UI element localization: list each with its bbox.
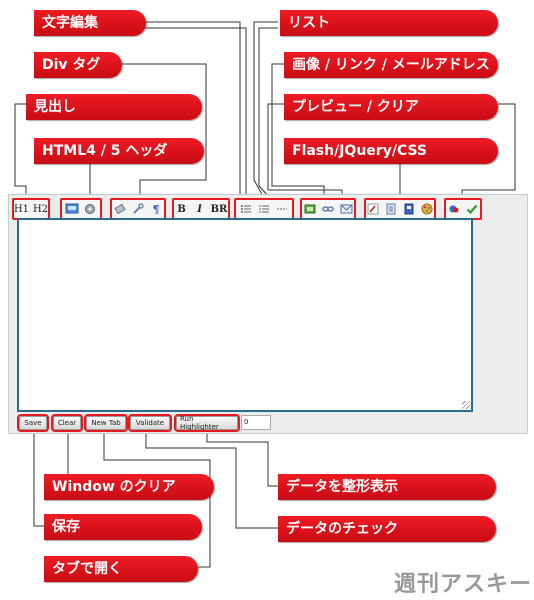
jquery-icon[interactable] [384,201,398,217]
label-list: リスト [280,10,498,36]
check-icon[interactable] [465,201,479,217]
label-data-check: データのチェック [278,516,496,542]
label-window-clear: Window のクリア [44,474,214,500]
image-icon[interactable] [303,201,317,217]
label-preview-clear: プレビュー / クリア [284,94,498,120]
toolbar-group-text: B I BR [172,198,230,220]
toolbar-group-flash [364,198,436,220]
label-text-edit: 文字編集 [34,10,146,36]
horizontal-rule-icon[interactable] [275,201,289,217]
validate-button[interactable]: Validate [128,414,172,432]
label-heading: 見出し [26,94,202,120]
label-html-header: HTML4 / 5 ヘッダ [34,138,204,164]
preview-icon[interactable] [447,201,461,217]
html-header-icon[interactable] [65,201,79,217]
label-image-link-mail: 画像 / リンク / メールアドレス [284,52,498,78]
pilcrow-icon[interactable]: ¶ [149,201,163,217]
link-icon[interactable] [321,201,335,217]
clear-button[interactable]: Clear [51,414,83,432]
toolbar-group-header [60,198,102,220]
css-icon[interactable] [402,201,416,217]
toolbar-group-headings: H1 H2 [12,198,50,220]
save-button[interactable]: Save [17,414,49,432]
html-editor-textarea[interactable] [17,218,473,412]
label-format-display: データを整形表示 [278,474,496,500]
h2-button[interactable]: H2 [33,201,48,217]
h1-button[interactable]: H1 [14,201,29,217]
watermark-logo: 週刊アスキー [394,572,533,597]
toolbar-group-media [300,198,356,220]
new-tab-button[interactable]: New Tab [84,414,128,432]
br-button[interactable]: BR [211,201,228,217]
gear-icon[interactable] [83,201,97,217]
div-icon[interactable] [113,201,127,217]
resize-handle[interactable] [462,401,470,409]
label-flash-jquery-css: Flash/JQuery/CSS [284,138,498,164]
toolbar-group-div: ¶ [110,198,166,220]
highlighter-counter-input[interactable]: 0 [241,415,271,430]
ordered-list-icon[interactable] [257,201,271,217]
italic-button[interactable]: I [193,201,207,217]
wrench-icon[interactable] [131,201,145,217]
label-div-tag: Div タグ [34,52,122,78]
flash-icon[interactable] [366,201,380,217]
bold-button[interactable]: B [175,201,189,217]
toolbar-group-preview [444,198,482,220]
label-open-tab: タブで開く [44,556,198,582]
run-highlighter-button[interactable]: Run Highlighter [174,414,240,432]
unordered-list-icon[interactable] [239,201,253,217]
toolbar-group-list [234,198,294,220]
palette-icon[interactable] [420,201,434,217]
label-save: 保存 [44,514,202,540]
mail-icon[interactable] [339,201,353,217]
